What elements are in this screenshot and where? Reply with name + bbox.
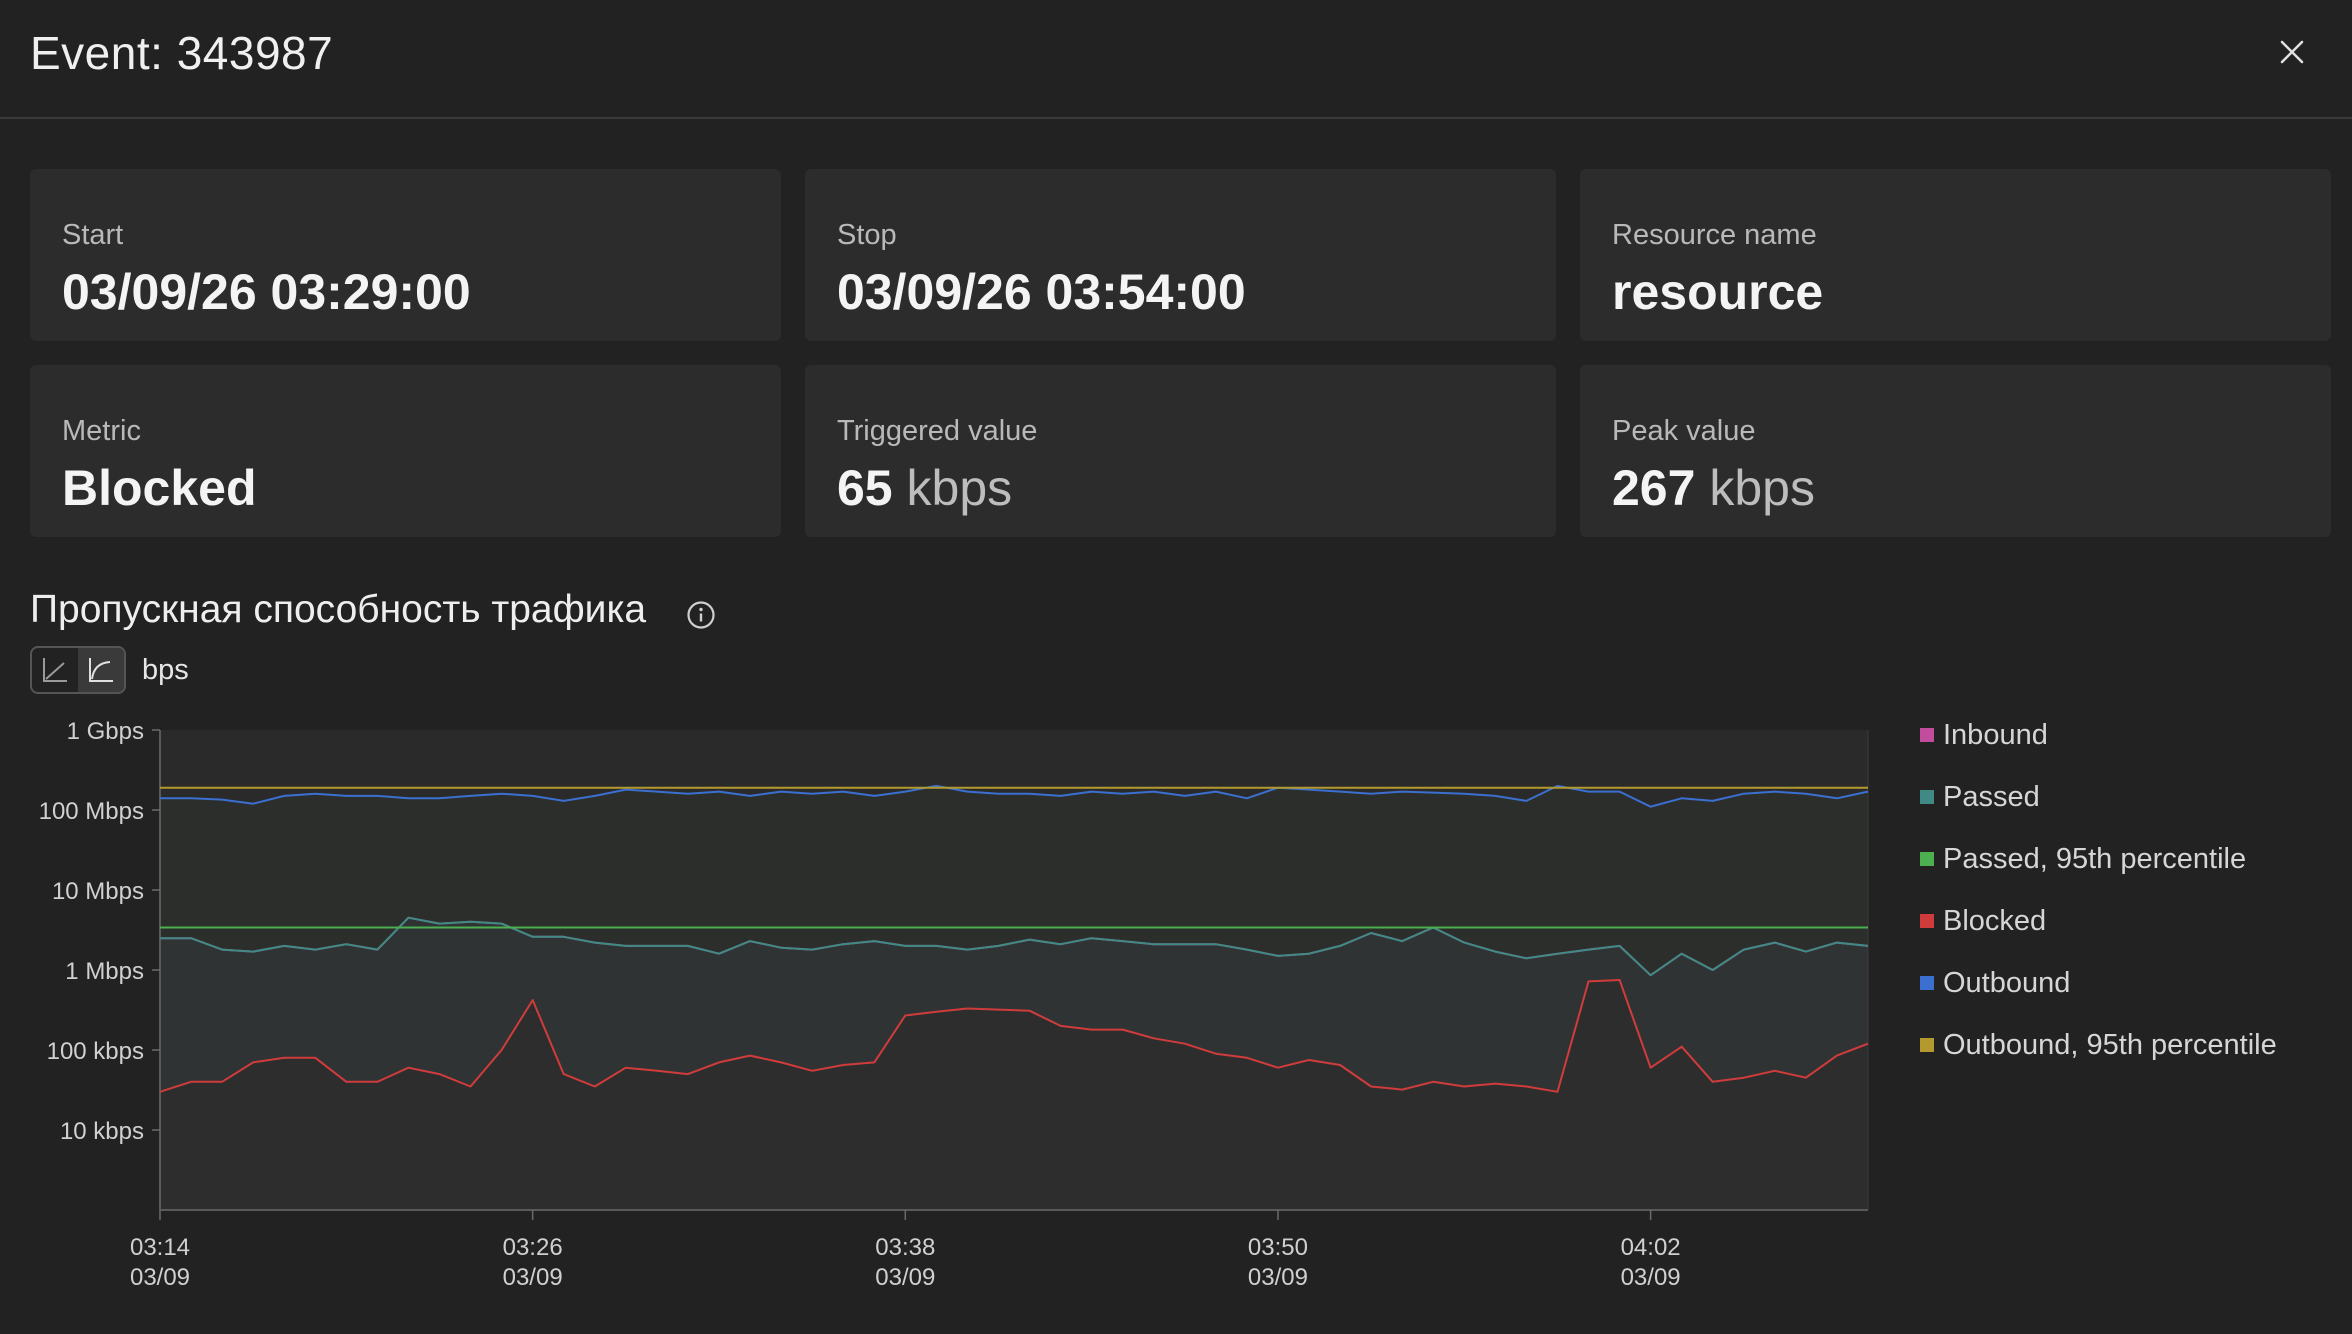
legend-swatch-outbound-p95 — [1920, 1038, 1934, 1052]
triggered-value-unit: kbps — [906, 460, 1013, 516]
log-scale-button[interactable] — [78, 648, 124, 692]
info-icon[interactable] — [685, 599, 717, 631]
peak-label: Peak value — [1612, 415, 1756, 447]
stop-value-text: 03/09/26 03:54:00 — [837, 264, 1246, 320]
linear-scale-button[interactable] — [32, 648, 78, 692]
legend-swatch-passed — [1920, 790, 1934, 804]
x-tick-label-time: 03:38 — [875, 1234, 935, 1261]
x-tick-label-time: 03:50 — [1248, 1234, 1308, 1261]
triggered-value-number: 65 — [837, 460, 893, 516]
chart-legend: Inbound Passed Passed, 95th percentile B… — [1920, 704, 2277, 1076]
legend-swatch-blocked — [1920, 914, 1934, 928]
start-value-text: 03/09/26 03:29:00 — [62, 264, 471, 320]
x-tick-label-date: 03/09 — [130, 1264, 190, 1291]
resource-card: Resource name resource — [1580, 169, 2331, 341]
triggered-label: Triggered value — [837, 415, 1038, 447]
triggered-card: Triggered value 65 kbps — [805, 365, 1556, 537]
legend-item-passed[interactable]: Passed — [1920, 766, 2277, 828]
legend-label-outbound-p95: Outbound, 95th percentile — [1943, 1028, 2277, 1061]
start-value: 03/09/26 03:29:00 — [62, 263, 471, 321]
resource-value-text: resource — [1612, 264, 1824, 320]
y-tick-label: 100 kbps — [47, 1038, 144, 1065]
x-tick-label-time: 03:26 — [503, 1234, 563, 1261]
metric-value-text: Blocked — [62, 460, 257, 516]
traffic-chart[interactable]: 1 Gbps 100 Mbps 10 Mbps 1 Mbps 100 kbps 10 kb… — [0, 700, 1900, 1300]
chart-title: Пропускная способность трафика — [30, 588, 647, 631]
page-title: Event: 343987 — [30, 27, 334, 79]
metric-card: Metric Blocked — [30, 365, 781, 537]
legend-label-outbound: Outbound — [1943, 966, 2071, 999]
start-label: Start — [62, 219, 124, 251]
y-tick-label: 10 Mbps — [52, 878, 144, 905]
x-tick-label-date: 03/09 — [503, 1264, 563, 1291]
linear-scale-icon — [43, 658, 67, 682]
peak-value-unit: kbps — [1709, 460, 1815, 516]
legend-item-blocked[interactable]: Blocked — [1920, 890, 2277, 952]
legend-item-passed-p95[interactable]: Passed, 95th percentile — [1920, 828, 2277, 890]
y-tick-label: 100 Mbps — [39, 798, 144, 825]
y-tick-label: 1 Gbps — [67, 718, 144, 745]
metric-label: Metric — [62, 415, 141, 447]
y-tick-label: 10 kbps — [60, 1118, 144, 1145]
close-icon — [2280, 40, 2304, 64]
start-card: Start 03/09/26 03:29:00 — [30, 169, 781, 341]
x-tick-label-time: 04:02 — [1621, 1234, 1681, 1261]
modal-header: Event: 343987 — [0, 0, 2352, 119]
y-tick-label: 1 Mbps — [65, 958, 144, 985]
x-tick-label-time: 03:14 — [130, 1234, 190, 1261]
scale-toggle — [30, 646, 126, 694]
legend-swatch-passed-p95 — [1920, 852, 1934, 866]
legend-label-passed: Passed — [1943, 780, 2040, 813]
legend-swatch-outbound — [1920, 976, 1934, 990]
legend-label-passed-p95: Passed, 95th percentile — [1943, 842, 2247, 875]
chart-fills — [160, 730, 1868, 1210]
resource-label: Resource name — [1612, 219, 1817, 251]
stop-label: Stop — [837, 219, 897, 251]
legend-item-outbound-p95[interactable]: Outbound, 95th percentile — [1920, 1014, 2277, 1076]
legend-item-outbound[interactable]: Outbound — [1920, 952, 2277, 1014]
x-tick-label-date: 03/09 — [1248, 1264, 1308, 1291]
stop-card: Stop 03/09/26 03:54:00 — [805, 169, 1556, 341]
x-tick-label-date: 03/09 — [875, 1264, 935, 1291]
peak-card: Peak value 267 kbps — [1580, 365, 2331, 537]
legend-label-inbound: Inbound — [1943, 718, 2048, 751]
stop-value: 03/09/26 03:54:00 — [837, 263, 1246, 321]
peak-value: 267 kbps — [1612, 459, 1815, 517]
peak-value-number: 267 — [1612, 460, 1696, 516]
legend-item-inbound[interactable]: Inbound — [1920, 704, 2277, 766]
metric-value: Blocked — [62, 459, 257, 517]
unit-label: bps — [142, 654, 189, 686]
log-scale-icon — [89, 658, 113, 682]
legend-label-blocked: Blocked — [1943, 904, 2047, 937]
resource-value: resource — [1612, 263, 1823, 321]
legend-swatch-inbound — [1920, 728, 1934, 742]
triggered-value: 65 kbps — [837, 459, 1012, 517]
x-tick-label-date: 03/09 — [1621, 1264, 1681, 1291]
close-button[interactable] — [2270, 30, 2314, 74]
